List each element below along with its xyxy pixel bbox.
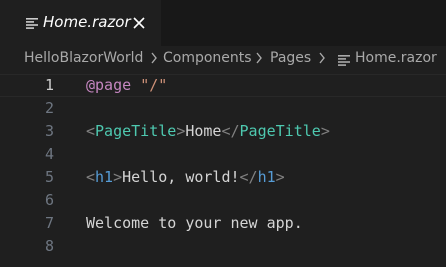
tab-home-razor[interactable]: Home.razor [0,0,161,46]
line-number: 8 [44,237,54,255]
code-text: <PageTitle>Home</PageTitle> [86,120,330,143]
line-number: 7 [44,214,54,232]
code-token: > [113,168,123,186]
chevron-right-icon [151,52,157,64]
code-token: Hello, world! [122,168,240,186]
code-token: < [86,122,96,140]
code-token: "/" [140,76,168,94]
code-line[interactable]: 3 <PageTitle>Home</PageTitle> [0,120,446,143]
chevron-right-icon [256,52,262,64]
code-token: </ [239,168,258,186]
code-line[interactable]: 1 @page "/" [0,74,446,97]
code-line[interactable]: 4 [0,143,446,166]
line-number: 1 [44,76,54,94]
code-text: @page "/" [86,74,167,97]
breadcrumb: HelloBlazorWorld Components Pages Home.r… [0,46,446,74]
breadcrumb-item-pages[interactable]: Pages [270,50,311,66]
code-token: > [320,122,330,140]
code-token: @page [86,76,132,94]
code-token: Home [185,122,222,140]
line-number: 3 [44,122,54,140]
code-line[interactable]: 5 <h1>Hello, world!</h1> [0,166,446,189]
line-number: 5 [44,168,54,186]
file-lines-icon [26,18,38,29]
close-icon[interactable] [131,15,147,31]
line-number: 4 [44,145,54,163]
file-lines-icon [338,55,350,66]
breadcrumb-item-components[interactable]: Components [163,50,252,66]
code-line[interactable]: 8 [0,235,446,258]
breadcrumb-item-project[interactable]: HelloBlazorWorld [24,50,143,66]
code-token: Welcome to your new app. [86,214,303,232]
code-token: < [86,168,96,186]
tab-title: Home.razor [43,13,131,31]
breadcrumb-item-file[interactable]: Home.razor [355,50,437,66]
code-line[interactable]: 7 Welcome to your new app. [0,212,446,235]
code-token: PageTitle [239,122,321,140]
code-token: PageTitle [95,122,177,140]
code-token: </ [221,122,240,140]
code-line[interactable]: 2 [0,97,446,120]
code-line[interactable]: 6 [0,189,446,212]
chevron-right-icon [319,52,325,64]
code-token: h1 [257,168,276,186]
line-number: 2 [44,99,54,117]
code-editor[interactable]: 1 @page "/" 2 3 <PageTitle>Home</PageTitle> 4… [0,74,446,267]
code-text: Welcome to your new app. [86,212,303,235]
code-token: h1 [95,168,114,186]
code-text: <h1>Hello, world!</h1> [86,166,285,189]
code-token: > [176,122,186,140]
code-token: > [275,168,285,186]
editor-tab-bar: Home.razor [0,0,446,46]
line-number: 6 [44,191,54,209]
